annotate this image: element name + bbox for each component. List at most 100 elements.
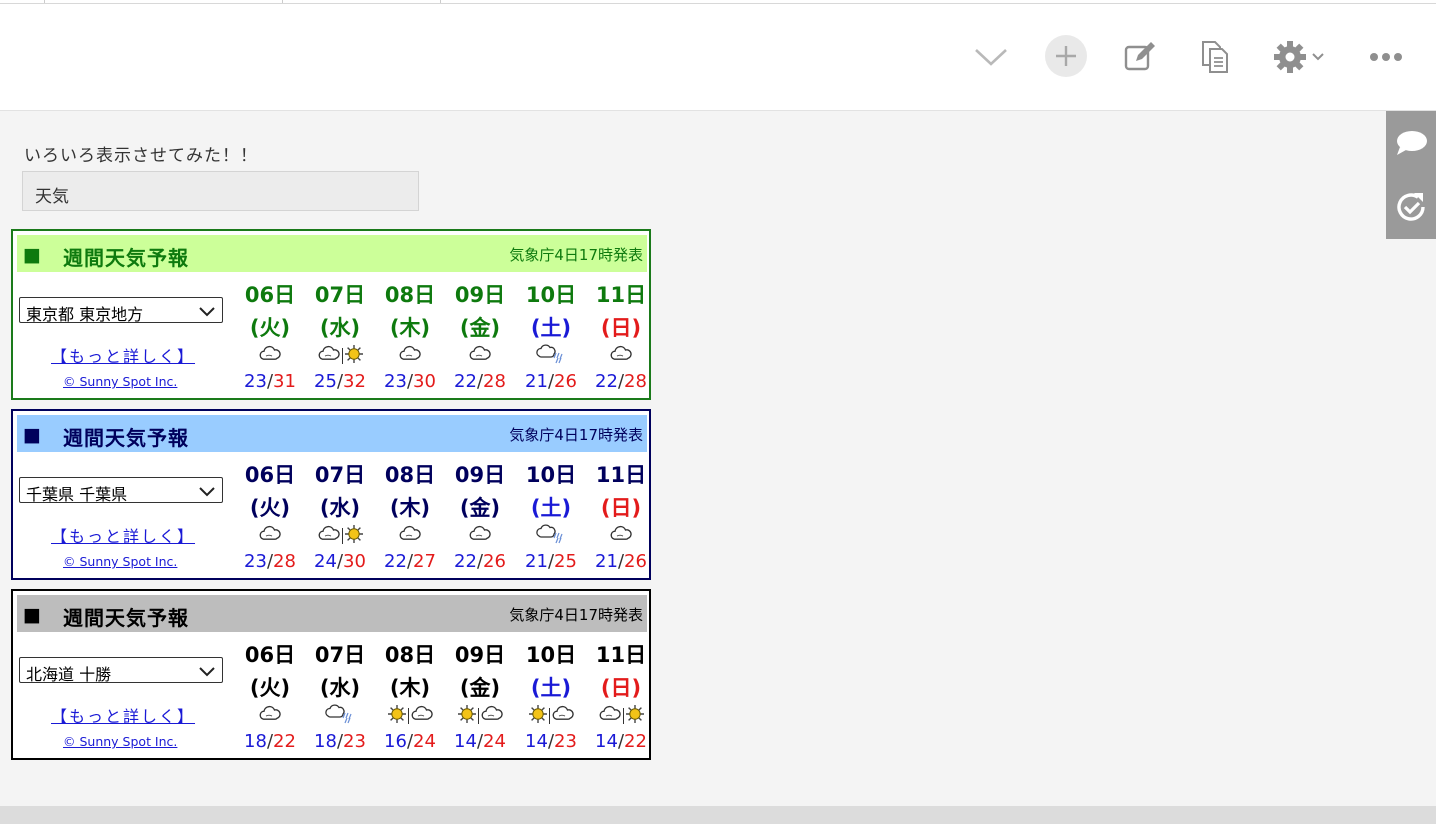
day-date: 09日 [454, 283, 506, 307]
forecast-day: 10日 (土) 14/23 [516, 591, 586, 762]
day-date: 07日 [314, 283, 366, 307]
low-temp: 23 [244, 551, 267, 572]
high-temp: 24 [413, 731, 436, 752]
low-temp: 22 [384, 551, 407, 572]
icon-divider [341, 348, 343, 364]
side-panel [1386, 111, 1436, 239]
weather-icons [235, 525, 305, 546]
temperature: 14/23 [516, 731, 586, 752]
low-temp: 25 [314, 371, 337, 392]
weather-icons [375, 345, 445, 367]
day-date: 11日 [595, 643, 647, 667]
cloud-icon [551, 705, 575, 727]
temperature: 21/25 [516, 551, 586, 572]
high-temp: 30 [413, 371, 436, 392]
collapse-button[interactable] [970, 34, 1012, 80]
copyright-link[interactable]: © Sunny Spot Inc. [63, 374, 177, 389]
high-temp: 27 [413, 551, 436, 572]
low-temp: 14 [525, 731, 548, 752]
cloud-rain-icon [323, 704, 357, 728]
cloud-icon [398, 345, 422, 367]
gear-icon [1274, 41, 1306, 73]
refresh-button[interactable] [1386, 175, 1436, 239]
day-of-week: (金) [459, 676, 501, 700]
high-temp: 32 [343, 371, 366, 392]
tab-separator [44, 0, 45, 3]
forecast-day: 08日 (木) 23/30 [375, 231, 445, 402]
weather-icons [586, 525, 656, 546]
day-of-week: (日) [600, 676, 642, 700]
temperature: 14/22 [586, 731, 656, 752]
day-of-week: (金) [459, 496, 501, 520]
day-of-week: (水) [319, 676, 361, 700]
high-temp: 28 [624, 371, 647, 392]
day-date: 10日 [525, 643, 577, 667]
weather-icons [445, 525, 515, 546]
weather-icons [375, 705, 445, 726]
high-temp: 25 [554, 551, 577, 572]
forecast-day: 11日 (日) 22/28 [586, 231, 656, 402]
chevron-down-icon [198, 483, 216, 502]
chevron-down-icon [198, 303, 216, 322]
more-details-link[interactable]: 【もっと詳しく】 [51, 703, 195, 727]
forecast-day: 09日 (金) 14/24 [445, 591, 515, 762]
copyright-link[interactable]: © Sunny Spot Inc. [63, 554, 177, 569]
day-date: 10日 [525, 283, 577, 307]
low-temp: 21 [525, 371, 548, 392]
region-select-value: 北海道 十勝 [26, 665, 112, 684]
comment-icon [1397, 131, 1427, 155]
forecast-day: 11日 (日) 21/26 [586, 411, 656, 582]
cloud-icon [258, 345, 282, 367]
forecast-day: 07日 (水) 25/32 [305, 231, 375, 402]
day-of-week: (木) [389, 316, 431, 340]
region-select[interactable]: 北海道 十勝 [19, 657, 223, 684]
weather-widget: ■ 週間天気予報 気象庁4日17時発表 東京都 東京地方 【もっと詳しく】 © Sunny… [11, 229, 651, 400]
widget-title: 週間天気予報 [63, 606, 189, 630]
weather-icons [235, 345, 305, 367]
temperature: 24/30 [305, 551, 375, 572]
cloud-icon [317, 345, 341, 367]
temperature: 25/32 [305, 371, 375, 392]
chevron-down-icon [1312, 53, 1324, 61]
weather-icons [445, 345, 515, 366]
icon-divider [548, 708, 550, 724]
search-input[interactable]: 天気 [22, 171, 419, 211]
region-select[interactable]: 東京都 東京地方 [19, 297, 223, 324]
sun-icon [625, 704, 645, 728]
low-temp: 21 [595, 551, 618, 572]
comment-button[interactable] [1386, 111, 1436, 175]
day-date: 06日 [244, 643, 296, 667]
weather-icons [516, 524, 586, 546]
temperature: 21/26 [516, 371, 586, 392]
high-temp: 22 [624, 731, 647, 752]
high-temp: 28 [273, 551, 296, 572]
region-select[interactable]: 千葉県 千葉県 [19, 477, 223, 504]
edit-button[interactable] [1120, 34, 1160, 80]
add-button[interactable] [1045, 35, 1087, 77]
day-date: 06日 [244, 463, 296, 487]
document-button[interactable] [1195, 34, 1235, 80]
forecast-day: 09日 (金) 22/28 [445, 231, 515, 402]
copyright-link[interactable]: © Sunny Spot Inc. [63, 734, 177, 749]
high-temp: 23 [554, 731, 577, 752]
temperature: 18/23 [305, 731, 375, 752]
temperature: 22/28 [445, 371, 515, 392]
high-temp: 24 [483, 731, 506, 752]
more-details-link[interactable]: 【もっと詳しく】 [51, 343, 195, 367]
more-button[interactable] [1364, 34, 1408, 80]
cloud-icon [480, 705, 504, 727]
more-details-link[interactable]: 【もっと詳しく】 [51, 523, 195, 547]
day-of-week: (木) [389, 496, 431, 520]
day-of-week: (日) [600, 316, 642, 340]
low-temp: 23 [384, 371, 407, 392]
weather-icons [586, 345, 656, 366]
settings-button[interactable] [1268, 34, 1330, 80]
chevron-down-icon [198, 663, 216, 682]
temperature: 22/28 [586, 371, 656, 392]
header-square: ■ [23, 424, 41, 446]
high-temp: 28 [483, 371, 506, 392]
forecast-day: 07日 (水) 24/30 [305, 411, 375, 582]
cloud-rain-icon [534, 344, 568, 368]
day-of-week: (水) [319, 316, 361, 340]
low-temp: 24 [314, 551, 337, 572]
